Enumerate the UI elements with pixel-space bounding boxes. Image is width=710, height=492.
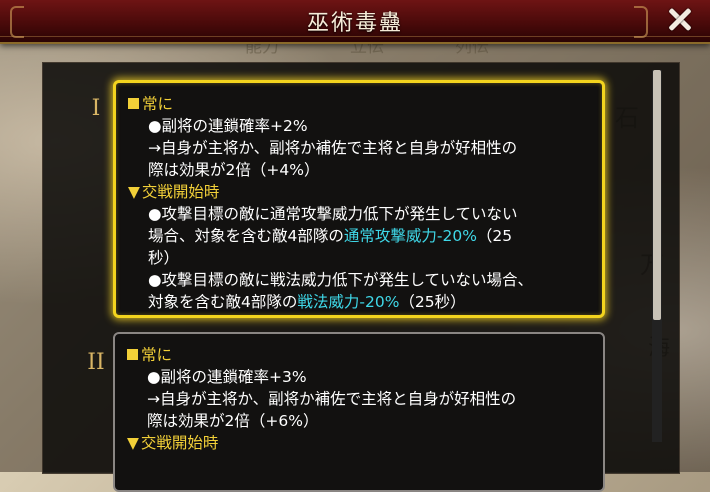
effect-line: 場合、対象を含む敵4部隊の通常攻撃威力-20%（25 bbox=[148, 227, 513, 245]
level-label-1: I bbox=[91, 96, 101, 121]
effect-line: ●副将の連鎖確率+2% bbox=[148, 117, 308, 135]
effect-line: 秒） bbox=[148, 249, 180, 267]
effect-line: ●攻撃目標の敵に通常攻撃威力低下が発生していない bbox=[148, 205, 518, 223]
effect-line: 際は効果が2倍（+6%） bbox=[147, 412, 319, 430]
level-label-2: II bbox=[87, 350, 105, 375]
scrollbar[interactable] bbox=[652, 70, 662, 442]
battle-start-heading: ▼ 交戦開始時 bbox=[127, 434, 219, 452]
square-bullet-icon bbox=[127, 349, 138, 360]
effect-line: ●副将の連鎖確率+3% bbox=[147, 368, 307, 386]
level-card-1-selected[interactable]: 常に ●副将の連鎖確率+2% →自身が主将か、副将か補佐で主将と自身が好相性の … bbox=[113, 80, 605, 318]
square-bullet-icon bbox=[128, 98, 139, 109]
effect-line: →自身が主将か、副将か補佐で主将と自身が好相性の bbox=[147, 390, 517, 408]
effect-line: →自身が主将か、副将か補佐で主将と自身が好相性の bbox=[148, 139, 518, 157]
dialog-title-bar: 巫術毒蠱 bbox=[0, 0, 710, 44]
triangle-down-icon: ▼ bbox=[128, 183, 140, 201]
level-card-2[interactable]: 常に ●副将の連鎖確率+3% →自身が主将か、副将か補佐で主将と自身が好相性の … bbox=[113, 332, 605, 492]
highlight-value: 通常攻撃威力-20% bbox=[343, 227, 477, 245]
effect-line: 対象を含む敵4部隊の戦法威力-20%（25秒） bbox=[148, 293, 466, 311]
triangle-down-icon: ▼ bbox=[127, 434, 139, 452]
always-heading: 常に bbox=[128, 93, 592, 115]
battle-start-heading: ▼ 交戦開始時 bbox=[128, 183, 220, 201]
always-heading: 常に bbox=[127, 344, 593, 366]
highlight-value: 戦法威力-20% bbox=[297, 293, 400, 311]
close-icon[interactable] bbox=[664, 4, 696, 36]
scrollbar-thumb[interactable] bbox=[653, 70, 661, 320]
effect-line: ●攻撃目標の敵に戦法威力低下が発生していない場合、 bbox=[148, 271, 534, 289]
effect-line: 際は効果が2倍（+4%） bbox=[148, 161, 320, 179]
dialog-title: 巫術毒蠱 bbox=[306, 11, 403, 36]
